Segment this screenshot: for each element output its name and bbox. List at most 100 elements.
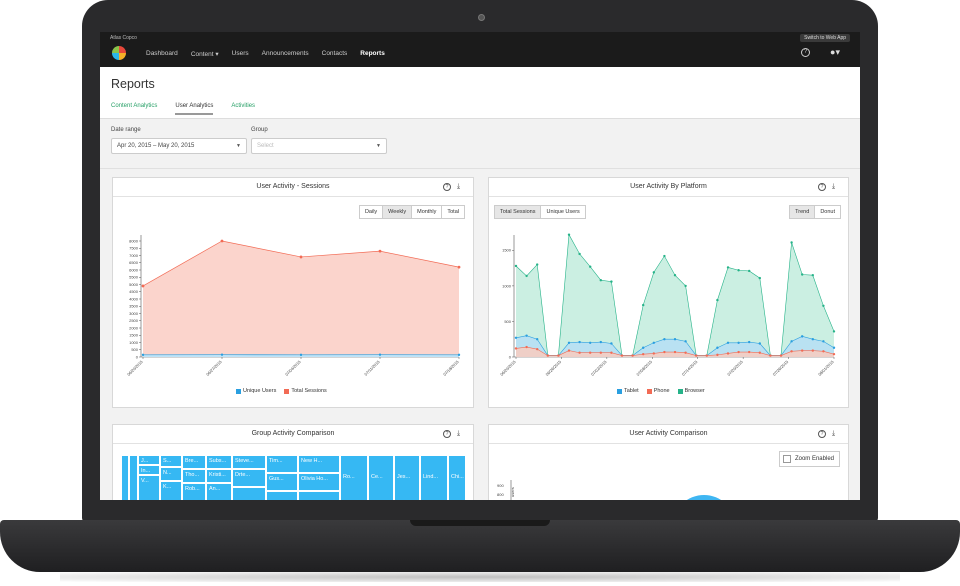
- phone-point: [769, 354, 772, 357]
- y-tick-label: 3000: [129, 311, 139, 316]
- tablet-point: [514, 336, 518, 339]
- legend-item-unique-users[interactable]: Unique Users: [236, 388, 276, 394]
- treemap-cell[interactable]: S...: [160, 455, 182, 467]
- treemap-cell[interactable]: Chi...: [448, 455, 466, 500]
- unique-users-point: [141, 353, 145, 357]
- browser-point: [737, 269, 740, 272]
- unique-users-point: [457, 353, 461, 357]
- legend-item-browser[interactable]: Browser: [677, 388, 705, 394]
- treemap-cell[interactable]: New H...: [298, 455, 340, 473]
- treemap-cell[interactable]: Lind...: [420, 455, 448, 500]
- phone-point: [631, 354, 634, 357]
- tablet-point: [822, 340, 825, 343]
- nav-content[interactable]: Content ▾: [191, 50, 219, 58]
- treemap-cell[interactable]: Subs...: [206, 455, 232, 469]
- treemap-cell[interactable]: K...: [160, 481, 182, 500]
- treemap-cell[interactable]: Olivia Ho...: [298, 473, 340, 491]
- date-range-select[interactable]: Apr 20, 2015 – May 20, 2015 ▼: [111, 138, 247, 154]
- phone-point: [716, 353, 719, 357]
- nav-reports[interactable]: Reports: [360, 50, 385, 58]
- treemap-cell[interactable]: Ro...: [340, 455, 368, 500]
- phone-point: [589, 351, 592, 354]
- x-tick-label: 06/20/2015: [126, 359, 144, 377]
- treemap-cell[interactable]: V...: [138, 475, 160, 500]
- y-tick-label: 6500: [129, 260, 139, 265]
- total-sessions-point: [299, 255, 303, 259]
- treemap-cell[interactable]: [298, 491, 340, 500]
- browser-point: [684, 284, 687, 288]
- nav-contacts[interactable]: Contacts: [322, 50, 348, 58]
- treemap-cell[interactable]: Rob...: [182, 483, 206, 500]
- group-label: Group: [251, 127, 268, 133]
- treemap-cell[interactable]: Ce...: [368, 455, 394, 500]
- app-logo[interactable]: [112, 46, 126, 60]
- date-range-label: Date range: [111, 127, 141, 133]
- x-tick-label: 07/20/2015: [726, 359, 744, 377]
- treemap-cell[interactable]: Bre...: [182, 455, 206, 469]
- treemap-cell[interactable]: [232, 487, 266, 500]
- legend-item-total-sessions[interactable]: Total Sessions: [284, 388, 327, 394]
- phone-point: [811, 349, 814, 352]
- switch-to-web-app-button[interactable]: Switch to Web App: [800, 34, 850, 42]
- treemap-cell[interactable]: Gus...: [266, 473, 298, 491]
- phone-point: [726, 352, 730, 355]
- y-tick-label: 500: [504, 319, 511, 324]
- tablet-point: [684, 340, 687, 343]
- treemap-cell[interactable]: In...: [138, 465, 160, 475]
- y-tick-label: 1000: [129, 340, 139, 345]
- tablet-point: [652, 341, 655, 344]
- platform-chart: 0 500 1000 1500 06/20/2015 06/26/2015 07/02/20…: [499, 233, 835, 377]
- nav-users[interactable]: Users: [232, 50, 249, 58]
- treemap-cell[interactable]: Tho...: [182, 469, 206, 483]
- y-tick-label: 7500: [129, 246, 139, 251]
- phone-point: [695, 354, 698, 357]
- phone-point: [578, 351, 581, 354]
- app-screen: Atlas Copco Switch to Web App Dashboard …: [100, 32, 860, 500]
- treemap-cell[interactable]: [129, 455, 138, 500]
- tab-content-analytics[interactable]: Content Analytics: [111, 103, 157, 115]
- browser-point: [758, 276, 761, 280]
- treemap-cell[interactable]: An...: [206, 483, 232, 500]
- nav-dashboard[interactable]: Dashboard: [146, 50, 178, 58]
- tablet-point: [748, 340, 751, 344]
- legend-item-phone[interactable]: Phone: [646, 388, 670, 394]
- question-circle-icon[interactable]: ?: [443, 430, 451, 438]
- tab-activities[interactable]: Activities: [231, 103, 255, 115]
- legend-label: Browser: [684, 388, 705, 394]
- legend-item-tablet[interactable]: Tablet: [617, 388, 639, 394]
- question-circle-icon[interactable]: ?: [801, 48, 810, 57]
- browser-point: [610, 280, 613, 283]
- treemap-cell[interactable]: J...: [138, 455, 160, 465]
- tablet-point: [673, 338, 677, 341]
- total-sessions-area: [143, 241, 459, 357]
- phone-point: [663, 350, 666, 354]
- group-select[interactable]: Select ▼: [251, 138, 387, 154]
- platform-panel: User Activity By Platform ? ⤓ Total Sess…: [488, 177, 849, 408]
- treemap-cell[interactable]: [121, 455, 129, 500]
- group-treemap: J... S... Bre... Subs... Steve... Tim... New H…: [121, 455, 466, 500]
- treemap-cell[interactable]: Jes...: [394, 455, 420, 500]
- chevron-down-icon: ▼: [236, 143, 241, 149]
- treemap-cell[interactable]: Kristi...: [206, 469, 232, 483]
- user-icon[interactable]: ●▾: [830, 47, 840, 58]
- tab-user-analytics[interactable]: User Analytics: [175, 103, 214, 115]
- y-tick-label: 0: [509, 354, 512, 359]
- treemap-cell[interactable]: Steve...: [232, 455, 266, 469]
- treemap-cell[interactable]: [266, 491, 298, 500]
- tablet-point: [610, 342, 613, 345]
- treemap-cell[interactable]: Drte...: [232, 469, 266, 487]
- phone-point: [684, 351, 687, 354]
- nav-announcements[interactable]: Announcements: [262, 50, 309, 58]
- treemap-cell[interactable]: N...: [160, 467, 182, 481]
- unique-users-point: [378, 353, 382, 356]
- x-tick-label: 07/14/2015: [681, 359, 699, 377]
- treemap-cell[interactable]: Tim...: [266, 455, 298, 473]
- y-tick-label: 4500: [129, 289, 139, 294]
- y-tick-label: 6000: [129, 267, 139, 272]
- phone-point: [652, 352, 655, 355]
- download-icon[interactable]: ⤓: [457, 429, 465, 438]
- y-tick-label: 1000: [502, 283, 512, 288]
- camera-icon: [478, 14, 485, 21]
- legend-swatch: [236, 388, 241, 394]
- panel-title: Group Activity Comparison: [251, 430, 335, 437]
